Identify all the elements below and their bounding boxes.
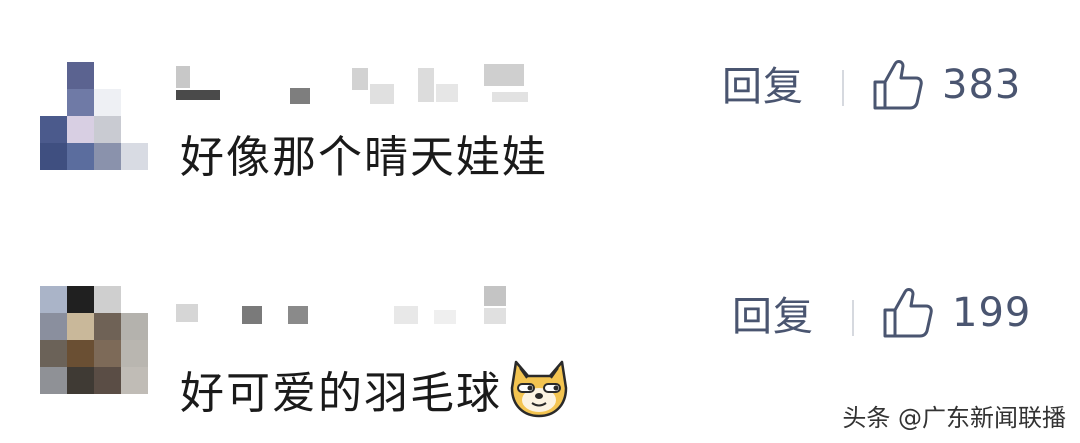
avatar-pixel xyxy=(40,116,67,143)
avatar-pixel xyxy=(40,313,67,340)
thumbs-up-icon xyxy=(872,58,924,112)
like-count: 199 xyxy=(952,290,1032,336)
avatar-pixel xyxy=(94,62,121,89)
reply-button[interactable]: 回复 xyxy=(722,64,804,110)
avatar-pixel xyxy=(67,286,94,313)
divider xyxy=(852,300,854,336)
avatar-pixel xyxy=(121,340,148,367)
comment-text: 好可爱的羽毛球 xyxy=(180,358,570,430)
avatar-pixel xyxy=(67,340,94,367)
username-redacted[interactable] xyxy=(172,62,552,106)
avatar-pixel xyxy=(121,116,148,143)
avatar-pixel xyxy=(40,286,67,313)
comment-text: 好像那个晴天娃娃 xyxy=(180,132,548,183)
avatar-pixel xyxy=(67,143,94,170)
watermark: 头条 @广东新闻联播 xyxy=(842,404,1066,432)
username-redacted[interactable] xyxy=(172,284,512,328)
avatar-pixel xyxy=(94,143,121,170)
comment-list: 好像那个晴天娃娃 回复 383 好可爱的羽毛球 回复 199 头条 @广东新闻联… xyxy=(0,0,1080,443)
avatar-pixel xyxy=(94,89,121,116)
avatar-pixel xyxy=(121,143,148,170)
avatar-pixel xyxy=(94,313,121,340)
avatar-pixel xyxy=(121,62,148,89)
avatar-pixel xyxy=(94,286,121,313)
avatar-pixel xyxy=(40,340,67,367)
avatar-pixel xyxy=(67,89,94,116)
comment-text-content: 好可爱的羽毛球 xyxy=(180,368,502,419)
avatar-pixel xyxy=(40,89,67,116)
avatar-pixel xyxy=(40,143,67,170)
thumbs-up-icon xyxy=(882,286,934,340)
avatar-pixel xyxy=(67,367,94,394)
like-button[interactable]: 383 xyxy=(872,58,1021,112)
avatar[interactable] xyxy=(40,286,148,394)
avatar-pixel xyxy=(40,367,67,394)
avatar-pixel xyxy=(67,62,94,89)
reply-button[interactable]: 回复 xyxy=(732,294,814,340)
avatar-pixel xyxy=(40,62,67,89)
avatar-pixel xyxy=(67,116,94,143)
like-count: 383 xyxy=(942,62,1022,108)
avatar-pixel xyxy=(94,116,121,143)
doge-emoji-icon xyxy=(508,358,570,430)
avatar-pixel xyxy=(121,367,148,394)
avatar-pixel xyxy=(67,313,94,340)
avatar-pixel xyxy=(121,313,148,340)
avatar-pixel xyxy=(121,286,148,313)
divider xyxy=(842,70,844,106)
like-button[interactable]: 199 xyxy=(882,286,1031,340)
avatar-pixel xyxy=(121,89,148,116)
avatar-pixel xyxy=(94,340,121,367)
avatar[interactable] xyxy=(40,62,148,170)
avatar-pixel xyxy=(94,367,121,394)
